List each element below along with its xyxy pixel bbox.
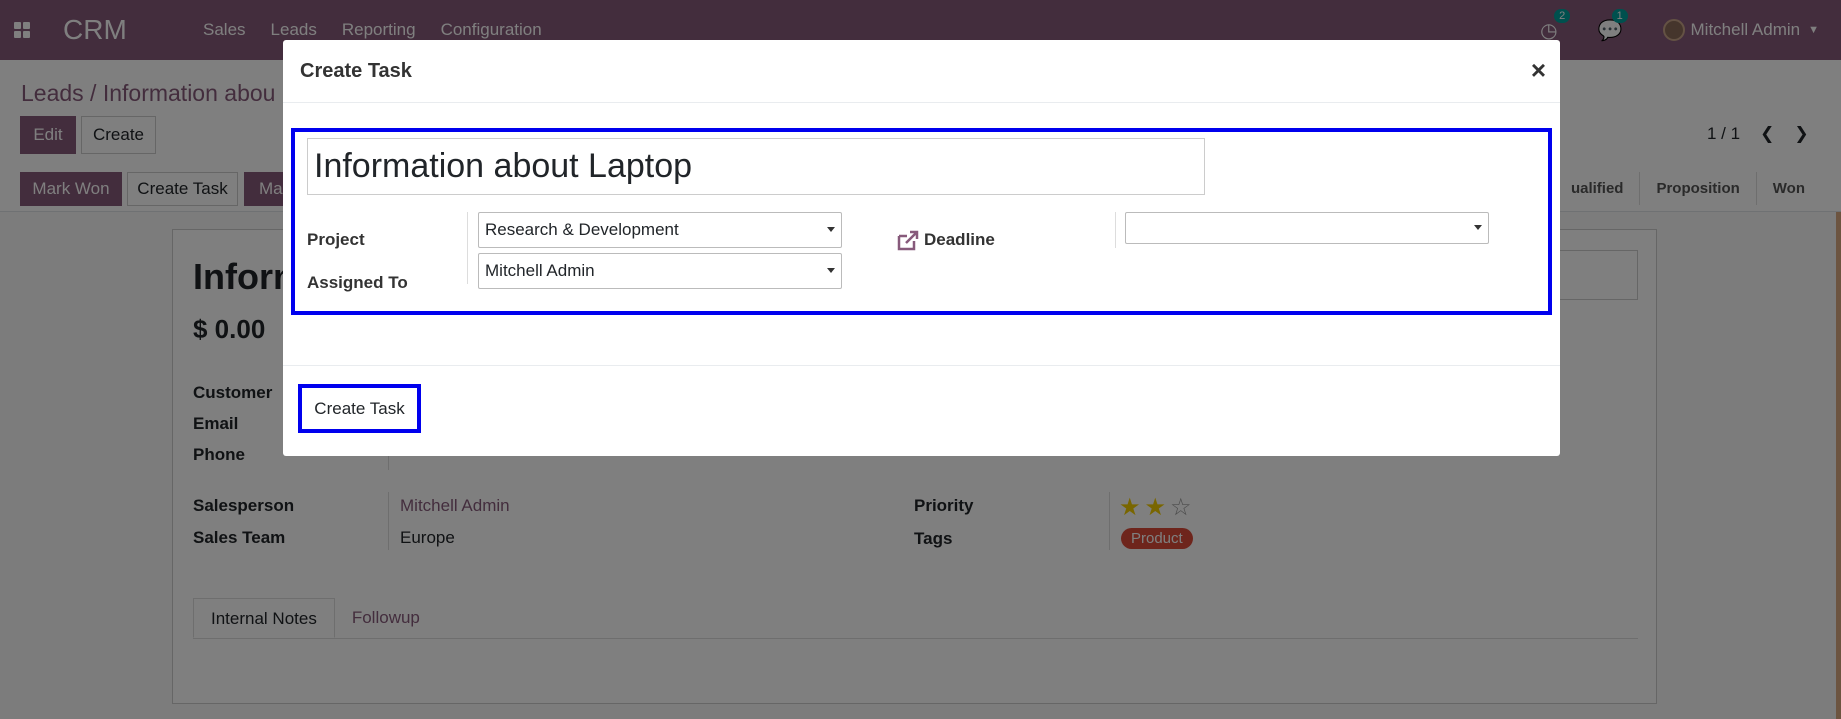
- project-value: Research & Development: [485, 220, 679, 239]
- dropdown-arrow-icon[interactable]: [827, 227, 835, 232]
- deadline-label: Deadline: [924, 230, 995, 249]
- modal-footer: Create Task: [283, 365, 1560, 456]
- external-link-icon[interactable]: [896, 230, 920, 252]
- field-divider: [467, 212, 468, 284]
- assigned-to-value: Mitchell Admin: [485, 261, 595, 280]
- deadline-select[interactable]: [1125, 212, 1489, 244]
- task-form-highlight: Information about Laptop Project Researc…: [291, 128, 1552, 315]
- assigned-to-label: Assigned To: [307, 273, 408, 292]
- close-icon[interactable]: ×: [1531, 55, 1546, 86]
- task-name-input[interactable]: Information about Laptop: [307, 138, 1205, 195]
- dropdown-arrow-icon[interactable]: [827, 268, 835, 273]
- modal-title: Create Task: [300, 60, 412, 82]
- assigned-to-select[interactable]: Mitchell Admin: [478, 253, 842, 289]
- field-divider: [1115, 212, 1116, 248]
- dropdown-arrow-icon[interactable]: [1474, 225, 1482, 230]
- create-task-dialog: Create Task × Information about Laptop P…: [283, 40, 1560, 456]
- project-label: Project: [307, 230, 365, 249]
- modal-header: Create Task ×: [283, 40, 1560, 103]
- project-select[interactable]: Research & Development: [478, 212, 842, 248]
- create-task-button[interactable]: Create Task: [298, 384, 421, 433]
